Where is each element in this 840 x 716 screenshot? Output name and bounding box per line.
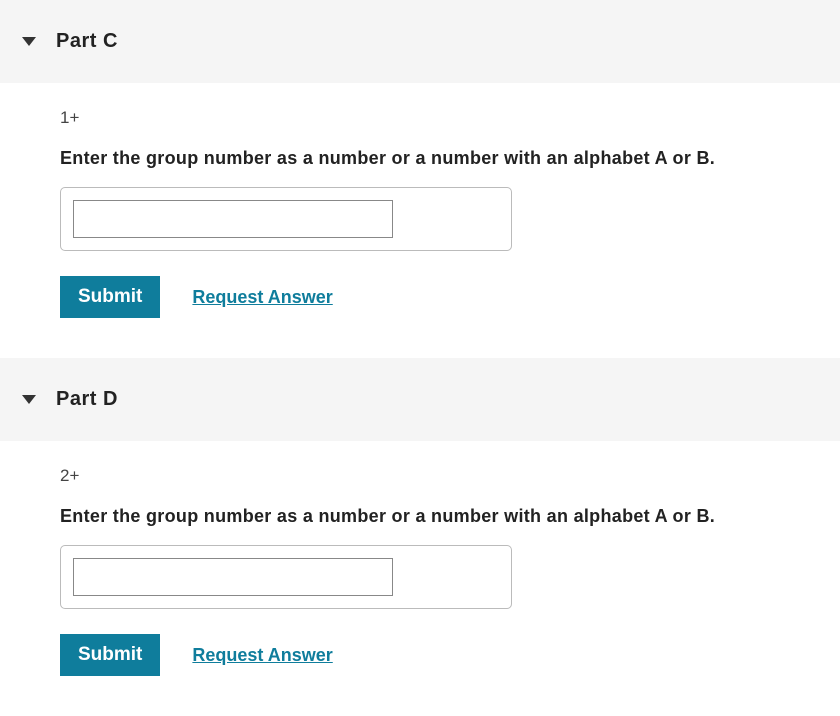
part-c-input-container (60, 187, 512, 251)
part-c-header[interactable]: Part C (0, 0, 840, 83)
part-d-section: Part D 2+ Enter the group number as a nu… (0, 358, 840, 716)
part-d-input-container (60, 545, 512, 609)
part-c-instruction: Enter the group number as a number or a … (60, 148, 820, 169)
part-d-header[interactable]: Part D (0, 358, 840, 441)
part-d-instruction: Enter the group number as a number or a … (60, 506, 820, 527)
part-c-answer-input[interactable] (73, 200, 393, 238)
part-c-prompt: 1+ (60, 108, 820, 128)
part-c-submit-button[interactable]: Submit (60, 276, 160, 318)
part-d-body: 2+ Enter the group number as a number or… (0, 441, 840, 716)
part-d-submit-button[interactable]: Submit (60, 634, 160, 676)
part-c-title: Part C (56, 30, 118, 53)
part-d-actions: Submit Request Answer (60, 634, 820, 676)
part-d-title: Part D (56, 388, 118, 411)
part-d-prompt: 2+ (60, 466, 820, 486)
part-d-answer-input[interactable] (73, 558, 393, 596)
part-c-body: 1+ Enter the group number as a number or… (0, 83, 840, 358)
chevron-down-icon (22, 395, 36, 404)
part-d-request-answer-link[interactable]: Request Answer (192, 645, 332, 666)
part-c-actions: Submit Request Answer (60, 276, 820, 318)
chevron-down-icon (22, 37, 36, 46)
part-c-section: Part C 1+ Enter the group number as a nu… (0, 0, 840, 358)
part-c-request-answer-link[interactable]: Request Answer (192, 287, 332, 308)
